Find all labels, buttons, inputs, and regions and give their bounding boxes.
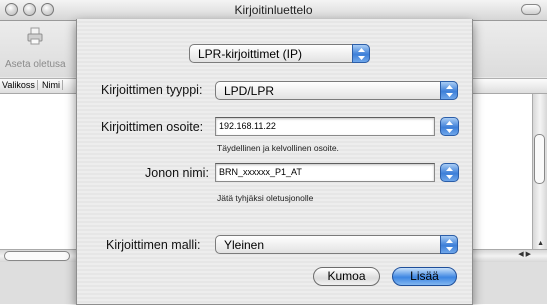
add-button[interactable]: Lisää <box>392 267 457 286</box>
toolbar-toggle-button[interactable] <box>521 4 541 15</box>
cancel-button[interactable]: Kumoa <box>313 267 380 286</box>
printer-type-value: LPD/LPR <box>224 84 275 98</box>
stepper-arrows-icon <box>352 44 370 63</box>
scroll-left-right-icon[interactable]: ◀ ▶ <box>518 250 531 258</box>
protocol-popup[interactable]: LPR-kirjoittimet (IP) <box>189 44 370 63</box>
printer-address-field[interactable]: 192.168.11.22 <box>215 117 435 136</box>
column-header-name[interactable]: Nimi <box>40 80 63 90</box>
printer-address-value: 192.168.11.22 <box>219 121 276 131</box>
printer-address-label: Kirjoittimen osoite: <box>101 120 204 134</box>
address-hint: Täydellinen ja kelvollinen osoite. <box>217 143 339 153</box>
queue-name-field[interactable]: BRN_xxxxxx_P1_AT <box>215 163 435 182</box>
queue-name-label: Jonon nimi: <box>145 166 209 180</box>
scroll-up-icon[interactable]: ▲ <box>537 240 544 247</box>
stepper-arrows-icon <box>446 121 453 133</box>
make-default-label: Aseta oletusa <box>5 59 66 70</box>
stepper-arrows-icon <box>446 167 453 179</box>
queue-hint: Jätä tyhjäksi oletusjonolle <box>217 193 314 203</box>
add-printer-sheet: LPR-kirjoittimet (IP) Kirjoittimen tyypp… <box>76 19 473 305</box>
protocol-popup-value: LPR-kirjoittimet (IP) <box>198 47 303 61</box>
printer-icon <box>27 27 43 45</box>
stepper-arrows-icon <box>440 235 458 254</box>
column-header-in-menu[interactable]: Valikoss <box>0 80 38 90</box>
queue-name-value: BRN_xxxxxx_P1_AT <box>219 167 302 177</box>
stepper-arrows-icon <box>440 81 458 100</box>
printer-type-popup[interactable]: LPD/LPR <box>215 81 458 100</box>
printer-model-label: Kirjoittimen malli: <box>106 238 201 252</box>
vertical-scrollbar[interactable]: ▲ ▼ <box>532 94 547 259</box>
queue-popup-button[interactable] <box>440 163 459 182</box>
printer-model-value: Yleinen <box>224 238 265 252</box>
title-bar[interactable]: Kirjoitinluettelo <box>0 0 547 21</box>
printer-list-window: Kirjoitinluettelo Aseta oletusa Valikoss… <box>0 0 547 305</box>
vertical-scroll-thumb[interactable] <box>534 134 545 184</box>
window-title: Kirjoitinluettelo <box>234 3 313 17</box>
printer-model-popup[interactable]: Yleinen <box>215 235 458 254</box>
horizontal-scroll-thumb[interactable] <box>4 251 70 261</box>
printer-type-label: Kirjoittimen tyyppi: <box>101 83 203 97</box>
make-default-button[interactable]: Aseta oletusa <box>5 25 66 73</box>
address-popup-button[interactable] <box>440 117 459 136</box>
